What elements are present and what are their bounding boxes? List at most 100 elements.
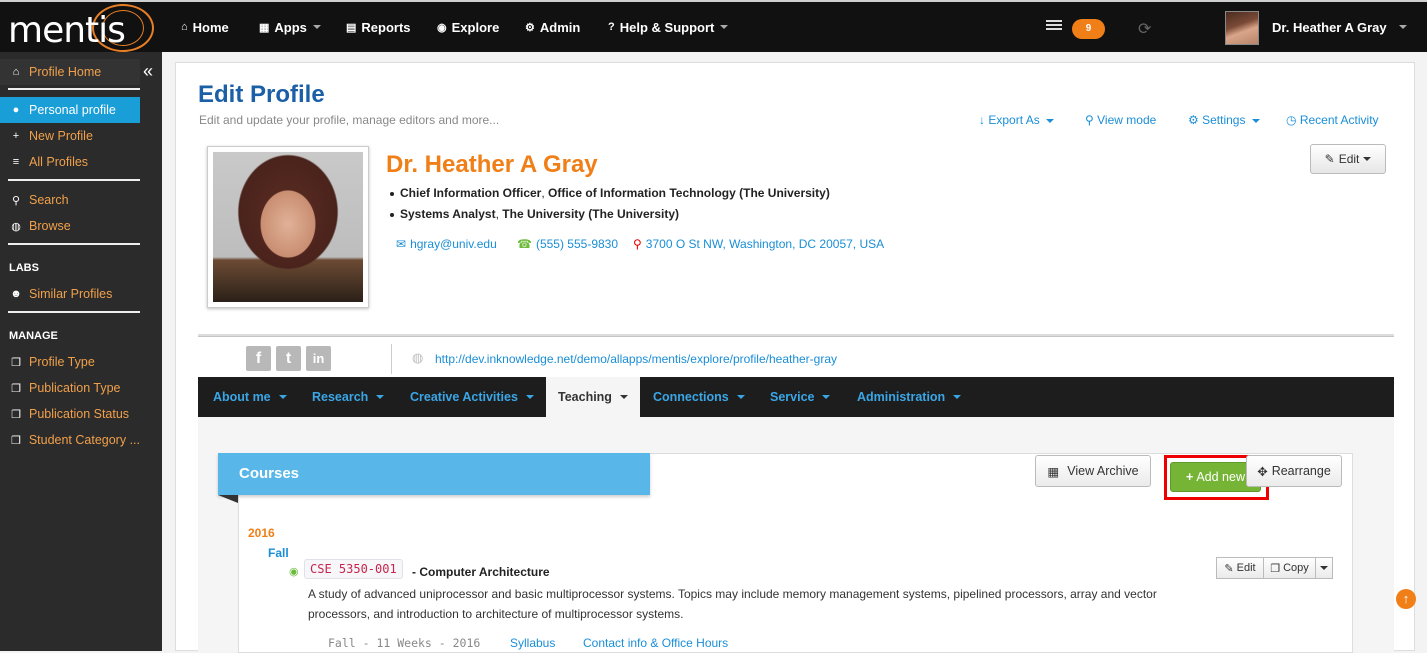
home-icon: ⌂ bbox=[181, 21, 188, 33]
nav-apps[interactable]: ▦ Apps bbox=[259, 2, 321, 52]
sidebar-item-all-profiles[interactable]: ≡ All Profiles bbox=[0, 149, 140, 175]
tab-label: Service bbox=[770, 390, 815, 404]
tab-research[interactable]: Research bbox=[312, 377, 385, 417]
eye-icon[interactable]: ◉ bbox=[289, 565, 299, 578]
nav-admin[interactable]: ⚙ Admin bbox=[525, 2, 580, 52]
mentis-logo[interactable]: mentis bbox=[6, 4, 158, 52]
linkedin-icon[interactable]: in bbox=[306, 346, 331, 371]
sidebar-item-browse[interactable]: ◍ Browse bbox=[0, 213, 140, 239]
tab-creative-activities[interactable]: Creative Activities bbox=[410, 377, 534, 417]
tab-teaching[interactable]: Teaching bbox=[546, 377, 640, 417]
nav-apps-label: Apps bbox=[274, 19, 307, 35]
export-as-label: Export As bbox=[988, 113, 1040, 127]
view-mode-link[interactable]: ⚲ View mode bbox=[1085, 113, 1156, 127]
course-year: 2016 bbox=[248, 526, 275, 540]
phone-link[interactable]: ☎ (555) 555-9830 bbox=[517, 237, 618, 251]
admin-icon: ⚙ bbox=[525, 21, 535, 34]
phone-text: (555) 555-9830 bbox=[535, 237, 619, 251]
plus-icon: + bbox=[1186, 470, 1194, 484]
sidebar-item-personal-profile[interactable]: ● Personal profile bbox=[0, 97, 140, 123]
email-link[interactable]: ✉ hgray@univ.edu bbox=[396, 237, 497, 251]
address-link[interactable]: ⚲ 3700 O St NW, Washington, DC 20057, USA bbox=[633, 237, 884, 251]
course-title: - Computer Architecture bbox=[412, 565, 550, 579]
settings-link[interactable]: ⚙ Settings bbox=[1188, 113, 1260, 127]
profile-photo[interactable] bbox=[207, 146, 369, 308]
position-title: Chief Information Officer bbox=[400, 186, 542, 200]
recent-activity-link[interactable]: ◷ Recent Activity bbox=[1286, 113, 1379, 127]
view-archive-button[interactable]: ▦ View Archive bbox=[1035, 455, 1151, 487]
sidebar-item-profile-type[interactable]: ❐ Profile Type bbox=[0, 349, 140, 375]
zoom-icon: ⚲ bbox=[1085, 113, 1094, 127]
view-archive-label: View Archive bbox=[1067, 464, 1139, 478]
tab-about-me[interactable]: About me bbox=[213, 377, 287, 417]
sidebar-heading-manage: MANAGE bbox=[9, 330, 58, 342]
nav-help[interactable]: ? Help & Support bbox=[608, 2, 729, 52]
chevron-down-icon bbox=[376, 395, 385, 399]
course-description: A study of advanced uniprocessor and bas… bbox=[308, 587, 1157, 621]
sidebar-divider bbox=[8, 88, 140, 90]
course-copy-label: Copy bbox=[1283, 562, 1309, 574]
position-org: Office of Information Technology (The Un… bbox=[548, 186, 830, 200]
notifications-icon[interactable] bbox=[1046, 20, 1062, 34]
tab-label: Administration bbox=[857, 390, 946, 404]
chevron-down-icon bbox=[736, 395, 745, 399]
copy-icon: ❐ bbox=[1270, 562, 1281, 575]
sidebar-item-new-profile[interactable]: + New Profile bbox=[0, 123, 140, 149]
rearrange-button[interactable]: ✥ Rearrange bbox=[1246, 455, 1342, 487]
chevron-down-icon bbox=[619, 395, 628, 399]
address-text: 3700 O St NW, Washington, DC 20057, USA bbox=[645, 237, 885, 251]
logo-text: mentis bbox=[8, 10, 126, 51]
edit-icon: ✎ bbox=[1224, 562, 1234, 575]
course-edit-button[interactable]: ✎ Edit bbox=[1216, 557, 1264, 579]
globe-icon: ◍ bbox=[11, 220, 21, 233]
user-name: Dr. Heather A Gray bbox=[1272, 19, 1387, 35]
list-icon: ≡ bbox=[12, 156, 20, 168]
sidebar-item-label: New Profile bbox=[29, 129, 93, 143]
sidebar-item-similar-profiles[interactable]: ☻ Similar Profiles bbox=[0, 281, 140, 307]
collapse-sidebar-icon[interactable]: « bbox=[143, 62, 153, 80]
syllabus-link[interactable]: Syllabus bbox=[510, 636, 555, 650]
course-copy-button[interactable]: ❐ Copy bbox=[1263, 557, 1316, 579]
sidebar-item-label: Personal profile bbox=[29, 103, 116, 117]
chevron-down-icon bbox=[1363, 157, 1372, 161]
nav-home[interactable]: ⌂ Home bbox=[181, 2, 229, 52]
edit-profile-button[interactable]: ✎ Edit bbox=[1310, 144, 1386, 174]
facebook-icon[interactable]: f bbox=[246, 346, 271, 371]
tab-label: Connections bbox=[653, 390, 729, 404]
sidebar-item-label: Publication Type bbox=[29, 381, 121, 395]
avatar[interactable] bbox=[1225, 11, 1259, 45]
tab-administration[interactable]: Administration bbox=[857, 377, 962, 417]
calendar-icon: ▦ bbox=[1047, 464, 1060, 479]
contact-office-hours-link[interactable]: Contact info & Office Hours bbox=[583, 636, 728, 650]
course-more-dropdown[interactable] bbox=[1315, 557, 1333, 579]
chevron-down-icon bbox=[1398, 25, 1407, 29]
sidebar-item-label: Publication Status bbox=[29, 407, 130, 421]
move-icon: ✥ bbox=[1257, 464, 1268, 479]
tab-connections[interactable]: Connections bbox=[653, 377, 745, 417]
course-season: Fall bbox=[268, 546, 289, 560]
email-text: hgray@univ.edu bbox=[410, 237, 497, 251]
chevron-down-icon bbox=[312, 25, 321, 29]
user-menu[interactable]: Dr. Heather A Gray bbox=[1272, 2, 1407, 52]
export-as-link[interactable]: ↓ Export As bbox=[979, 113, 1055, 127]
copy-icon: ❐ bbox=[11, 382, 21, 395]
sidebar-item-publication-type[interactable]: ❐ Publication Type bbox=[0, 375, 140, 401]
main-panel: Edit Profile Edit and update your profil… bbox=[175, 62, 1415, 653]
nav-explore[interactable]: ◉ Explore bbox=[437, 2, 499, 52]
user-icon: ● bbox=[12, 104, 20, 116]
sidebar-item-search[interactable]: ⚲ Search bbox=[0, 187, 140, 213]
scroll-to-top-icon[interactable]: ↑ bbox=[1396, 589, 1416, 609]
sidebar-item-profile-home[interactable]: ⌂ Profile Home bbox=[0, 59, 140, 85]
notification-count-badge[interactable]: 9 bbox=[1072, 19, 1105, 39]
page-subtitle: Edit and update your profile, manage edi… bbox=[199, 113, 500, 127]
sidebar-heading-labs: LABS bbox=[9, 262, 39, 274]
tab-service[interactable]: Service bbox=[770, 377, 831, 417]
position-org: The University (The University) bbox=[502, 207, 679, 221]
refresh-icon[interactable]: ⟳ bbox=[1138, 19, 1151, 39]
profile-url-link[interactable]: http://dev.inknowledge.net/demo/allapps/… bbox=[435, 352, 837, 366]
sidebar-item-publication-status[interactable]: ❐ Publication Status bbox=[0, 401, 140, 427]
sidebar-item-student-category[interactable]: ❐ Student Category ... bbox=[0, 427, 140, 453]
nav-reports[interactable]: ▤ Reports bbox=[346, 2, 411, 52]
twitter-icon[interactable]: t bbox=[276, 346, 301, 371]
edit-button-label: Edit bbox=[1338, 152, 1360, 166]
